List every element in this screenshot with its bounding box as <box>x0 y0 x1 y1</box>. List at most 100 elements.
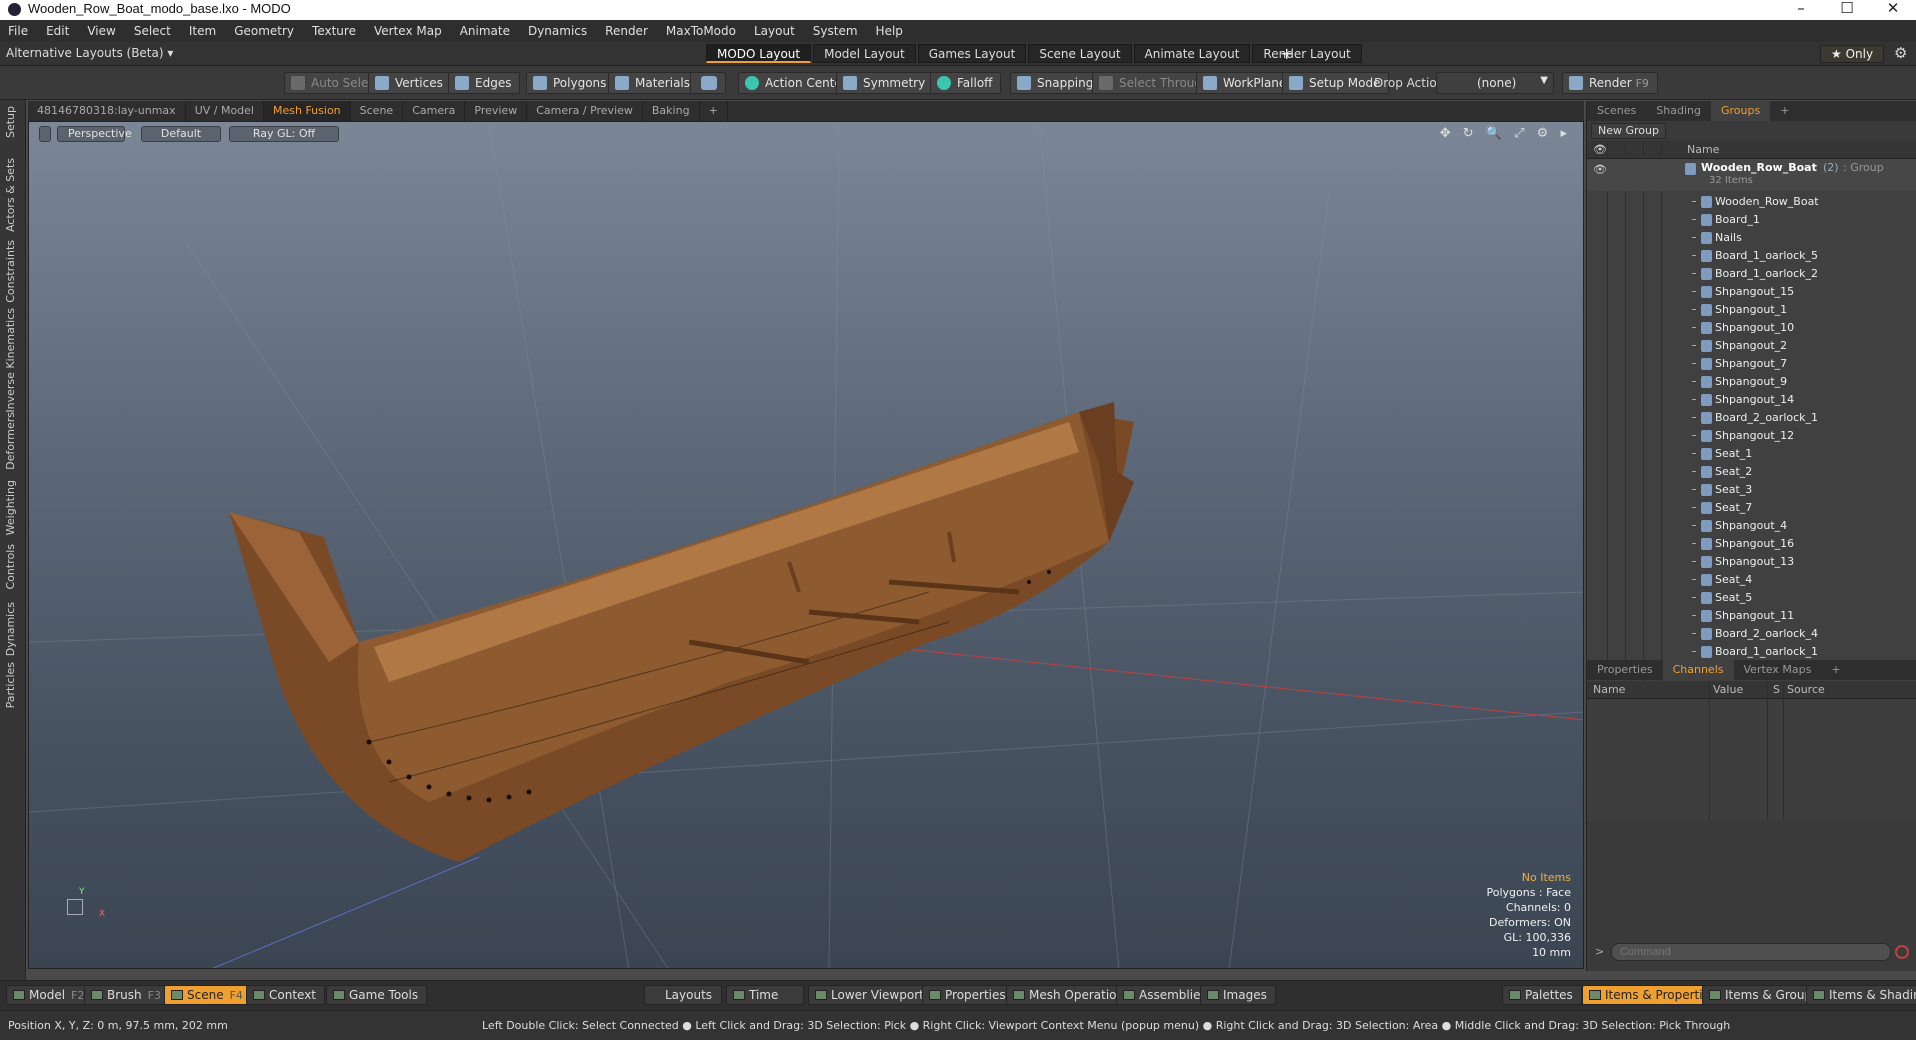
group-item-row[interactable]: Board_1_oarlock_1 <box>1587 643 1916 661</box>
menu-animate[interactable]: Animate <box>460 24 510 38</box>
polygons-button[interactable]: Polygons <box>526 72 616 94</box>
strip-weighting[interactable]: Weighting <box>4 480 17 535</box>
group-item-row[interactable]: Shpangout_14 <box>1587 391 1916 409</box>
group-item-row[interactable]: Seat_1 <box>1587 445 1916 463</box>
scene-button[interactable]: Scene F4 <box>164 985 252 1005</box>
images-button[interactable]: Images <box>1200 985 1276 1005</box>
viewport-menu-button[interactable] <box>39 126 51 142</box>
channels-name-header[interactable]: Name <box>1593 683 1625 696</box>
group-item-row[interactable]: Shpangout_4 <box>1587 517 1916 535</box>
add-viewport-tab-button[interactable]: + <box>700 101 728 121</box>
tab-shading[interactable]: Shading <box>1646 101 1711 121</box>
group-item-row[interactable]: Seat_5 <box>1587 589 1916 607</box>
record-icon[interactable] <box>1895 945 1909 959</box>
menu-geometry[interactable]: Geometry <box>234 24 294 38</box>
group-item-row[interactable]: Seat_7 <box>1587 499 1916 517</box>
group-item-row[interactable]: Wooden_Row_Boat <box>1587 193 1916 211</box>
snapping-button[interactable]: Snapping <box>1010 72 1103 94</box>
game-tools-button[interactable]: Game Tools <box>326 985 428 1005</box>
menu-system[interactable]: System <box>813 24 858 38</box>
group-item-row[interactable]: Nails <box>1587 229 1916 247</box>
menu-texture[interactable]: Texture <box>312 24 356 38</box>
tab-animate-layout[interactable]: Animate Layout <box>1133 44 1251 63</box>
visibility-column-icon[interactable]: 👁 <box>1593 143 1607 156</box>
tab-scenes[interactable]: Scenes <box>1587 101 1646 121</box>
brush-button[interactable]: Brush F3 <box>84 985 170 1005</box>
properties-button[interactable]: Properties <box>922 985 1015 1005</box>
tab-channels[interactable]: Channels <box>1662 660 1734 680</box>
add-properties-tab-button[interactable]: + <box>1821 660 1850 680</box>
tab-uv-model[interactable]: UV / Model <box>186 101 264 121</box>
group-item-row[interactable]: Seat_3 <box>1587 481 1916 499</box>
tab-games-layout[interactable]: Games Layout <box>917 44 1027 63</box>
strip-setup[interactable]: Setup <box>4 106 17 138</box>
group-item-row[interactable]: Shpangout_13 <box>1587 553 1916 571</box>
palettes-button[interactable]: Palettes <box>1502 985 1582 1005</box>
alternative-layouts-dropdown[interactable]: Alternative Layouts (Beta) ▾ <box>6 46 173 60</box>
3d-viewport[interactable]: Perspective Default Ray GL: Off ✥ ↻ 🔍 ⤢ … <box>28 121 1584 969</box>
symmetry-button[interactable]: Symmetry <box>836 72 935 94</box>
channels-value-header[interactable]: Value <box>1713 683 1743 696</box>
menu-edit[interactable]: Edit <box>46 24 69 38</box>
strip-constraints[interactable]: Constraints <box>4 240 17 303</box>
group-item-row[interactable]: Shpangout_2 <box>1587 337 1916 355</box>
channels-source-header[interactable]: Source <box>1787 683 1825 696</box>
group-root-row[interactable]: 👁 Wooden_Row_Boat (2) : Group 32 Items <box>1587 159 1916 191</box>
gear-icon[interactable]: ⚙ <box>1894 44 1907 62</box>
context-button[interactable]: Context <box>246 985 326 1005</box>
menu-layout[interactable]: Layout <box>754 24 795 38</box>
group-item-row[interactable]: Shpangout_11 <box>1587 607 1916 625</box>
eye-icon[interactable]: 👁 <box>1593 163 1607 176</box>
menu-dynamics[interactable]: Dynamics <box>528 24 587 38</box>
tab-model-layout[interactable]: Model Layout <box>813 44 916 63</box>
strip-deformers[interactable]: Deformers <box>4 412 17 470</box>
menu-item[interactable]: Item <box>189 24 216 38</box>
strip-inverse-kinematics[interactable]: Inverse Kinematics <box>4 308 17 413</box>
shading-style-select[interactable]: Default <box>141 126 221 142</box>
group-item-row[interactable]: Board_2_oarlock_1 <box>1587 409 1916 427</box>
tab-scene-layout[interactable]: Scene Layout <box>1028 44 1132 63</box>
group-item-row[interactable]: Shpangout_9 <box>1587 373 1916 391</box>
menu-select[interactable]: Select <box>134 24 171 38</box>
menu-vertex-map[interactable]: Vertex Map <box>374 24 442 38</box>
perspective-select[interactable]: Perspective <box>57 126 132 142</box>
only-toggle[interactable]: ★ Only <box>1820 45 1885 63</box>
menu-file[interactable]: File <box>8 24 28 38</box>
name-column-header[interactable]: Name <box>1687 143 1719 156</box>
group-item-row[interactable]: Board_1_oarlock_2 <box>1587 265 1916 283</box>
channels-table[interactable]: Name Value S Source <box>1587 681 1916 821</box>
tab-camera[interactable]: Camera <box>403 101 466 121</box>
menu-view[interactable]: View <box>87 24 115 38</box>
close-button[interactable]: ✕ <box>1870 0 1916 19</box>
tab-preview[interactable]: Preview <box>465 101 528 121</box>
group-item-row[interactable]: Board_2_oarlock_4 <box>1587 625 1916 643</box>
maximize-button[interactable]: ☐ <box>1824 0 1870 19</box>
add-panel-tab-button[interactable]: + <box>1770 101 1799 121</box>
group-item-row[interactable]: Shpangout_12 <box>1587 427 1916 445</box>
menu-render[interactable]: Render <box>605 24 648 38</box>
group-item-row[interactable]: Shpangout_1 <box>1587 301 1916 319</box>
tab-groups[interactable]: Groups <box>1710 101 1771 121</box>
drop-action-select[interactable]: (none) ▼ <box>1436 72 1554 94</box>
menu-help[interactable]: Help <box>876 24 903 38</box>
falloff-button[interactable]: Falloff <box>930 72 1002 94</box>
tab-render-layout[interactable]: Render Layout <box>1252 44 1362 63</box>
raygl-toggle[interactable]: Ray GL: Off <box>229 126 339 142</box>
group-item-row[interactable]: Seat_2 <box>1587 463 1916 481</box>
vertices-button[interactable]: Vertices <box>368 72 452 94</box>
group-item-row[interactable]: Shpangout_7 <box>1587 355 1916 373</box>
group-item-row[interactable]: Shpangout_16 <box>1587 535 1916 553</box>
tab-lay-unmax[interactable]: 48146780318:lay-unmax <box>28 101 186 121</box>
strip-controls[interactable]: Controls <box>4 544 17 590</box>
strip-actors-sets[interactable]: Actors & Sets <box>4 158 17 232</box>
group-item-row[interactable]: Shpangout_15 <box>1587 283 1916 301</box>
group-item-row[interactable]: Shpangout_10 <box>1587 319 1916 337</box>
tab-baking[interactable]: Baking <box>643 101 700 121</box>
tab-modo-layout[interactable]: MODO Layout <box>706 44 812 63</box>
workplane-button[interactable]: WorkPlane <box>1196 72 1296 94</box>
layouts-button[interactable]: Layouts <box>644 985 722 1005</box>
shield-toggle-button[interactable] <box>690 72 726 94</box>
tab-mesh-fusion[interactable]: Mesh Fusion <box>264 101 351 121</box>
tab-vertex-maps[interactable]: Vertex Maps <box>1734 660 1822 680</box>
edges-button[interactable]: Edges <box>448 72 521 94</box>
